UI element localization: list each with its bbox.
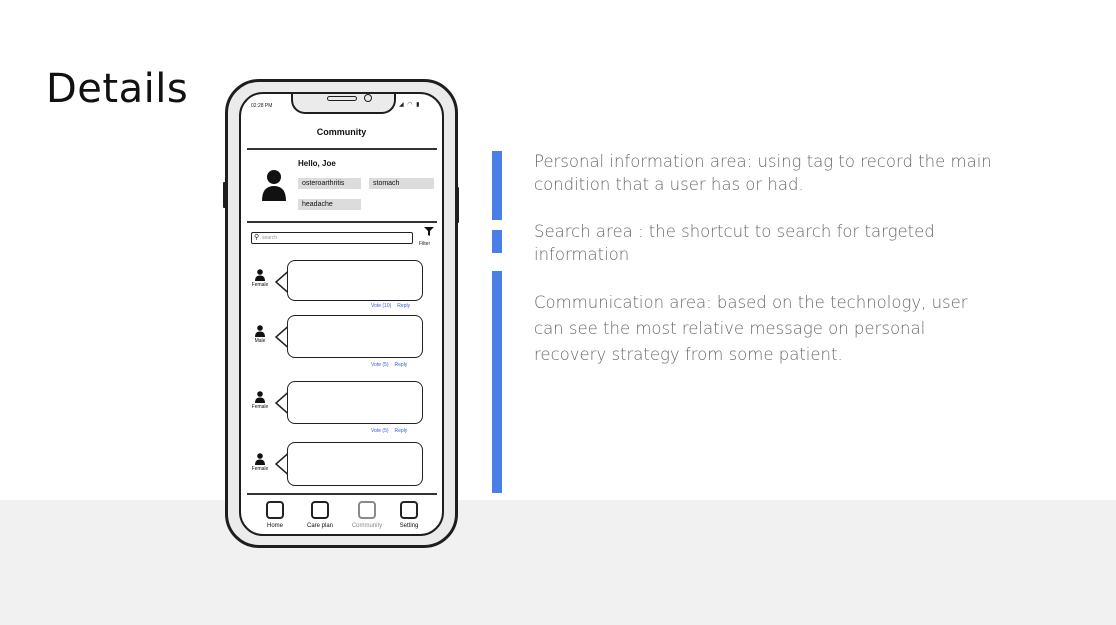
- camera-icon: [364, 94, 372, 102]
- post-actions: Vote (5) Reply: [371, 428, 413, 434]
- reply-link[interactable]: Reply: [395, 428, 408, 434]
- nav-care-plan[interactable]: Care plan: [300, 501, 340, 529]
- phone-notch: [291, 94, 396, 114]
- filter-icon[interactable]: [424, 227, 434, 236]
- phone-power-button: [456, 187, 459, 223]
- message-bubble[interactable]: [287, 260, 423, 301]
- slide-title: Details: [46, 66, 189, 112]
- header-divider: [247, 148, 437, 150]
- care-plan-icon: [311, 501, 329, 519]
- message-bubble[interactable]: [287, 381, 423, 424]
- phone-mockup: 02:28 PM ◢ ◠ ▮ Community Hello, Joe oste…: [223, 79, 459, 548]
- condition-tag[interactable]: osteroarthritis: [298, 178, 361, 189]
- greeting-text: Hello, Joe: [298, 159, 336, 168]
- reply-link[interactable]: Reply: [397, 303, 410, 309]
- personal-area-marker: [492, 151, 502, 220]
- community-icon: [358, 501, 376, 519]
- nav-home[interactable]: Home: [255, 501, 295, 529]
- home-icon: [266, 501, 284, 519]
- reply-link[interactable]: Reply: [395, 362, 408, 368]
- search-input[interactable]: ⚲ search: [251, 232, 413, 244]
- message-bubble[interactable]: [287, 442, 423, 486]
- user-avatar-icon: [262, 170, 286, 201]
- phone-volume-button: [223, 182, 226, 208]
- person-icon: [255, 453, 265, 465]
- nav-label: Care plan: [306, 523, 333, 529]
- post-author: Female: [247, 391, 273, 410]
- communication-area-note: Communication area: based on the technol…: [534, 293, 968, 364]
- person-icon: [255, 269, 265, 281]
- nav-community[interactable]: Community: [347, 501, 387, 529]
- author-gender: Female: [251, 282, 269, 288]
- vote-link[interactable]: Vote (5): [371, 428, 389, 434]
- search-icon: ⚲: [254, 234, 260, 241]
- vote-link[interactable]: Vote (5): [371, 362, 389, 368]
- nav-label: Community: [351, 523, 383, 529]
- vote-link[interactable]: Vote (10): [371, 303, 391, 309]
- condition-tag[interactable]: headache: [298, 199, 361, 210]
- search-placeholder: search: [262, 235, 278, 241]
- post-actions: Vote (10) Reply: [371, 303, 416, 309]
- nav-label: Setting: [399, 523, 419, 529]
- setting-icon: [400, 501, 418, 519]
- status-time: 02:28 PM: [251, 103, 273, 109]
- post-author: Male: [247, 325, 273, 344]
- person-icon: [255, 391, 265, 403]
- author-gender: Female: [251, 404, 269, 410]
- status-icons: ◢ ◠ ▮: [399, 102, 421, 108]
- condition-tag[interactable]: stomach: [369, 178, 434, 189]
- post-author: Female: [247, 453, 273, 472]
- screen-title: Community: [316, 127, 367, 137]
- person-icon: [255, 325, 265, 337]
- bottom-background-band: [0, 500, 1116, 625]
- nav-label: Home: [266, 523, 283, 529]
- personal-area-note: Personal information area: using tag to …: [534, 152, 992, 194]
- author-gender: Male: [254, 338, 266, 344]
- post-actions: Vote (5) Reply: [371, 362, 413, 368]
- search-area-marker: [492, 230, 502, 253]
- profile-divider: [247, 221, 437, 223]
- author-gender: Female: [251, 466, 269, 472]
- search-area-note: Search area : the shortcut to search for…: [534, 222, 935, 264]
- post-author: Female: [247, 269, 273, 288]
- bottom-nav-divider: [247, 493, 437, 495]
- phone-screen: 02:28 PM ◢ ◠ ▮ Community Hello, Joe oste…: [239, 92, 444, 536]
- filter-label[interactable]: Filter: [419, 241, 430, 247]
- communication-area-marker: [492, 271, 502, 493]
- nav-setting[interactable]: Setting: [389, 501, 429, 529]
- message-bubble[interactable]: [287, 315, 423, 358]
- speaker-icon: [327, 96, 357, 101]
